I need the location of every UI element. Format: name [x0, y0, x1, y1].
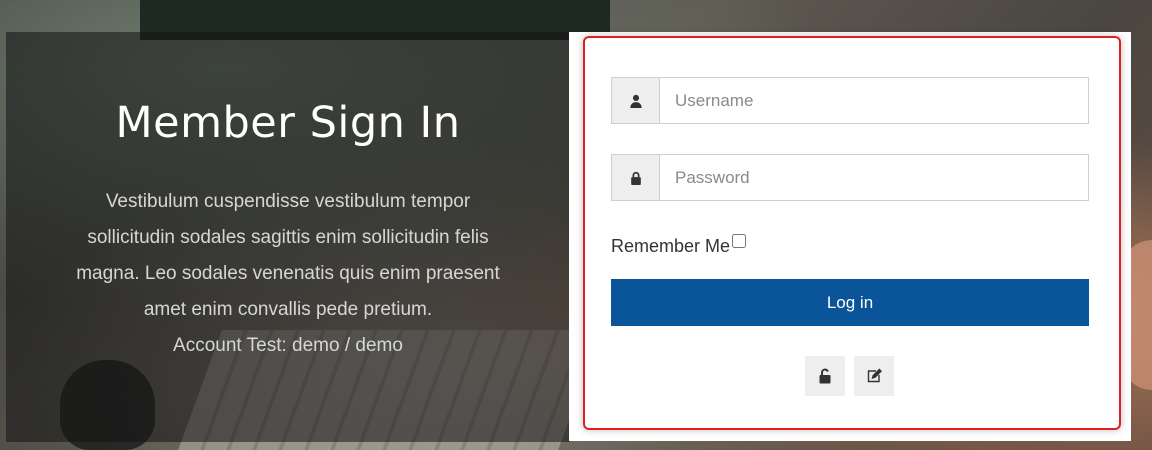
user-icon — [612, 78, 660, 123]
forgot-password-button[interactable] — [805, 356, 845, 396]
remember-me-label: Remember Me — [611, 236, 731, 256]
unlock-icon — [819, 368, 831, 384]
password-input[interactable] — [660, 155, 1088, 200]
intro-panel: Member Sign In Vestibulum cuspendisse ve… — [6, 32, 570, 442]
register-button[interactable] — [854, 356, 894, 396]
edit-icon — [867, 368, 882, 383]
intro-text: Vestibulum cuspendisse vestibulum tempor… — [76, 191, 500, 320]
login-panel: Remember Me Log in — [569, 32, 1131, 441]
remember-me-checkbox[interactable] — [732, 234, 747, 248]
login-button[interactable]: Log in — [611, 279, 1089, 326]
page-title: Member Sign In — [115, 98, 461, 148]
intro-description: Vestibulum cuspendisse vestibulum tempor… — [68, 184, 508, 364]
username-input[interactable] — [660, 78, 1088, 123]
account-test-text: Account Test: demo / demo — [173, 335, 403, 356]
username-group — [611, 77, 1089, 124]
lock-icon — [612, 155, 660, 200]
password-group — [611, 154, 1089, 201]
remember-me[interactable]: Remember Me — [611, 234, 747, 257]
